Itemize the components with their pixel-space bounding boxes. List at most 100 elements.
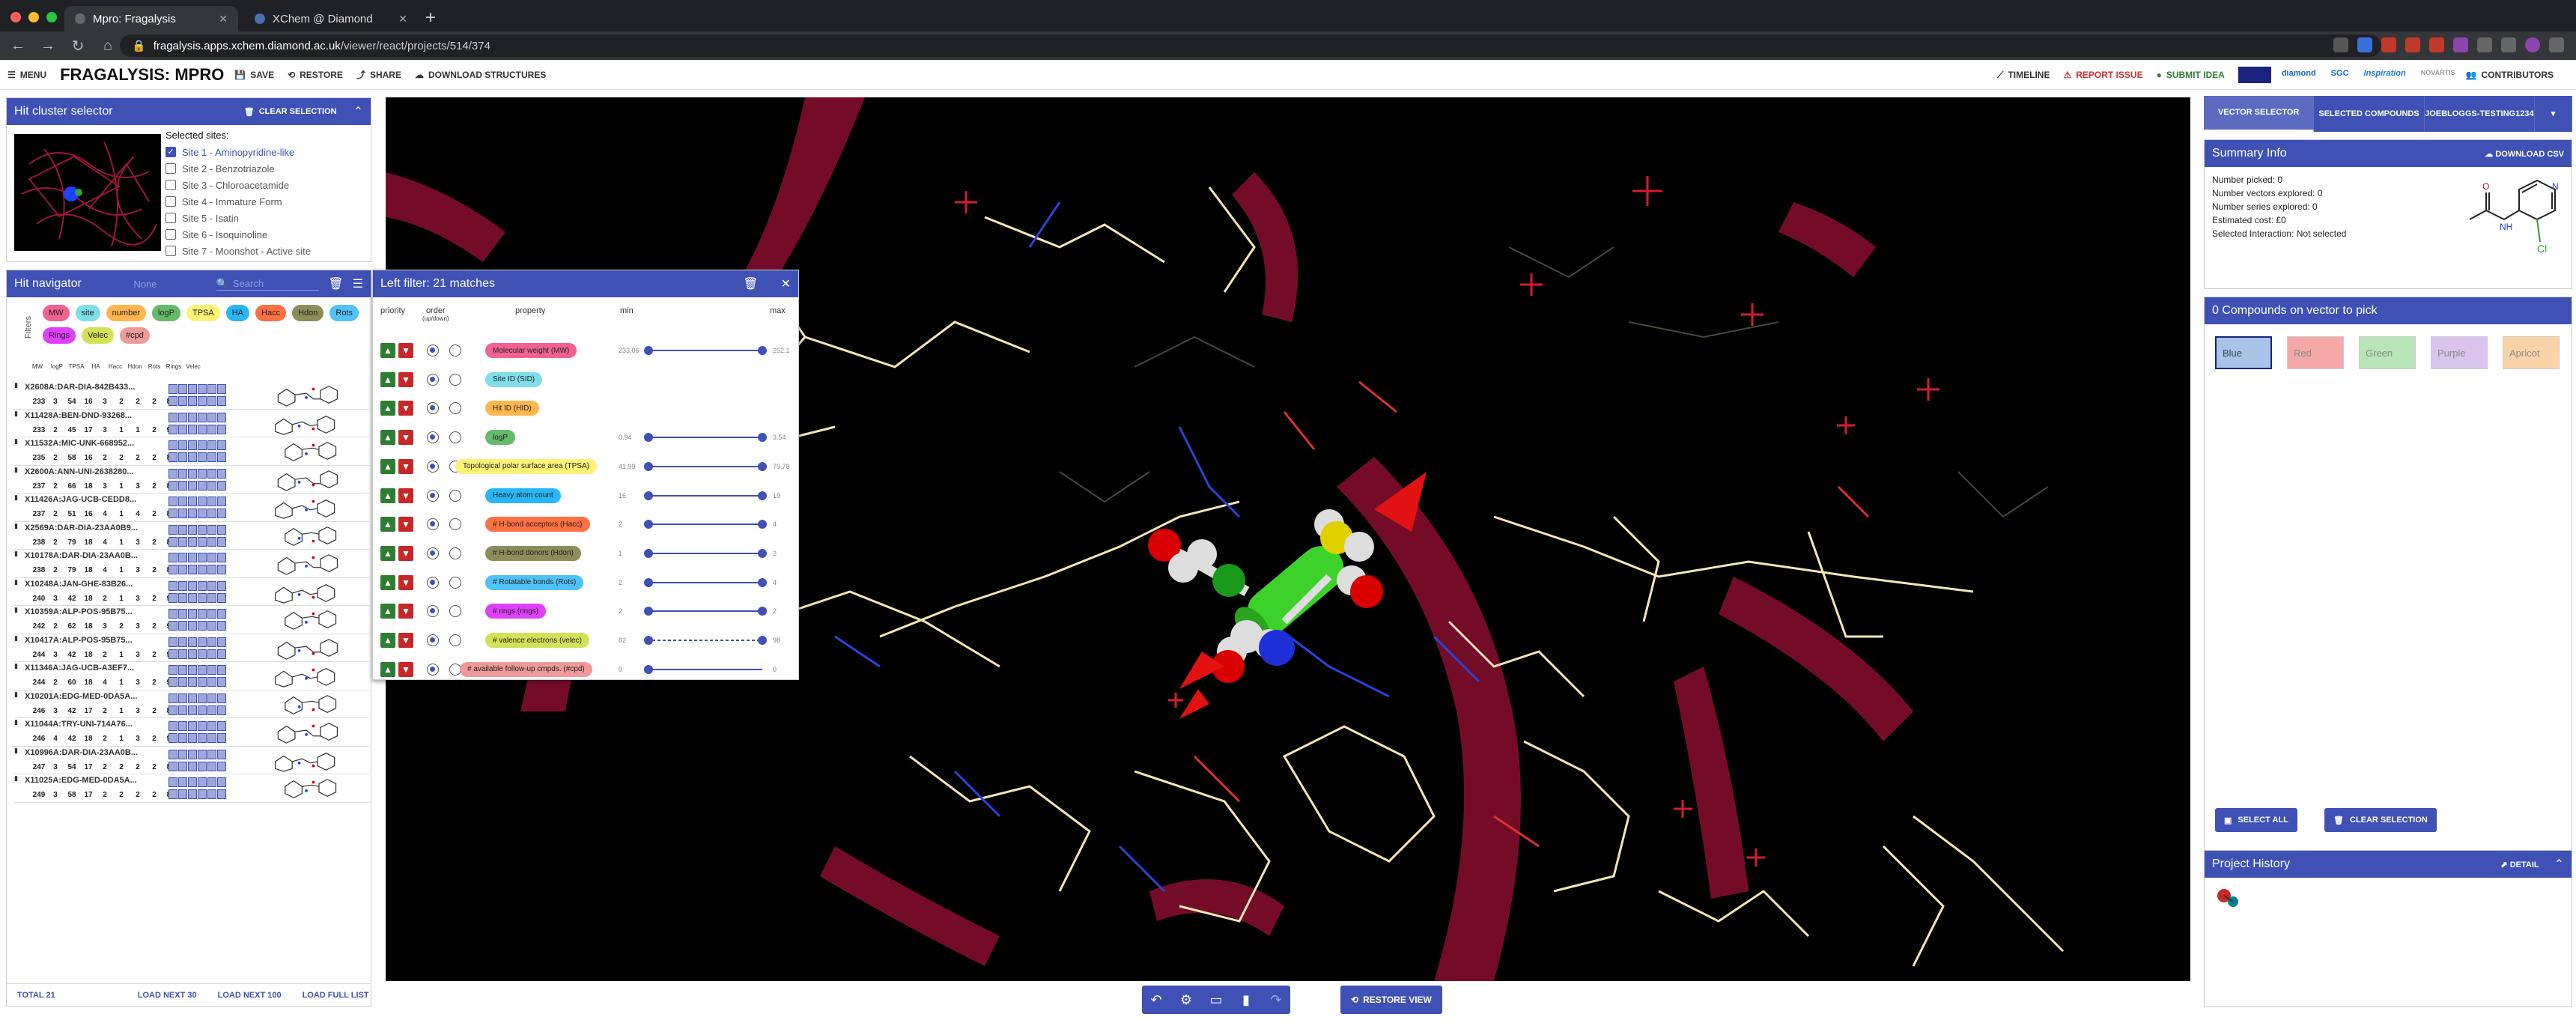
tab-vector-selector[interactable]: VECTOR SELECTOR — [2204, 96, 2315, 132]
timeline-button[interactable]: ⟋ TIMELINE — [1997, 70, 2050, 81]
toggle-tag[interactable] — [178, 789, 187, 799]
collapse-icon[interactable]: ⌃ — [2554, 857, 2564, 872]
slider-min-handle[interactable] — [644, 636, 653, 645]
priority-up-button[interactable]: ▲ — [380, 458, 395, 474]
filter-chip[interactable]: Rots — [329, 305, 359, 321]
toggle-tag[interactable] — [168, 761, 177, 771]
molecule-thumbnail[interactable] — [261, 664, 351, 688]
toggle-tag[interactable] — [198, 649, 207, 659]
range-slider[interactable] — [644, 607, 767, 616]
table-row[interactable]: ▮X10248A:JAN-GHE-83B26...24034218213292 — [14, 578, 369, 606]
order-up-radio[interactable] — [427, 373, 439, 386]
delete-icon[interactable]: 🗑 — [743, 276, 758, 291]
toggle-tag[interactable] — [198, 705, 207, 715]
toggle-tag[interactable] — [207, 637, 216, 647]
filter-chip[interactable]: Rings — [43, 327, 76, 344]
order-down-radio[interactable] — [449, 605, 461, 618]
load-next-100-button[interactable]: LOAD NEXT 100 — [218, 991, 282, 1000]
toggle-tag[interactable] — [207, 524, 216, 535]
color-button-red[interactable]: Red — [2287, 336, 2344, 369]
toggle-tag[interactable] — [217, 384, 226, 394]
molecule-thumbnail[interactable] — [261, 412, 351, 436]
molecule-thumbnail[interactable] — [261, 524, 351, 548]
slider-max-handle[interactable] — [758, 548, 767, 558]
toggle-tag[interactable] — [168, 452, 177, 462]
toggle-tag[interactable] — [198, 761, 207, 771]
row-checkbox[interactable]: ▮ — [14, 381, 23, 409]
minimize-window-button[interactable] — [28, 12, 39, 22]
toggle-tag[interactable] — [168, 649, 177, 659]
row-checkbox[interactable]: ▮ — [14, 437, 23, 465]
toggle-tag[interactable] — [207, 452, 216, 462]
toggle-tag[interactable] — [217, 721, 226, 731]
toggle-tag[interactable] — [178, 424, 187, 434]
molecule-thumbnail[interactable] — [261, 468, 351, 492]
toggle-tag[interactable] — [198, 677, 207, 687]
row-checkbox[interactable]: ▮ — [14, 634, 23, 662]
toggle-tag[interactable] — [168, 609, 177, 619]
toggle-tag[interactable] — [217, 468, 226, 479]
filter-chip[interactable]: number — [106, 305, 146, 321]
toggle-tag[interactable] — [217, 621, 226, 631]
toggle-tag[interactable] — [217, 452, 226, 462]
filter-chip[interactable]: MW — [43, 305, 70, 321]
toggle-tag[interactable] — [178, 497, 187, 506]
more-menu-icon[interactable] — [2549, 37, 2564, 52]
slider-min-handle[interactable] — [644, 491, 653, 500]
table-row[interactable]: ▮X2608A:DAR-DIA-842B433...23335416322282 — [14, 381, 369, 410]
extension-icon[interactable] — [2429, 37, 2444, 52]
toggle-tag[interactable] — [178, 649, 187, 659]
toggle-tag[interactable] — [168, 384, 177, 394]
slider-max-handle[interactable] — [758, 607, 767, 616]
select-all-button[interactable]: ▣ SELECT ALL — [2215, 808, 2297, 832]
toggle-tag[interactable] — [188, 384, 197, 394]
order-up-radio[interactable] — [427, 663, 439, 676]
restore-button[interactable]: ⟲ RESTORE — [288, 70, 343, 80]
molecule-thumbnail[interactable] — [261, 720, 351, 744]
toggle-tag[interactable] — [168, 705, 177, 715]
toggle-tag[interactable] — [217, 412, 226, 422]
toggle-tag[interactable] — [188, 553, 197, 562]
toggle-tag[interactable] — [188, 693, 197, 703]
order-down-radio[interactable] — [449, 402, 461, 415]
toggle-tag[interactable] — [207, 789, 216, 799]
toggle-tag[interactable] — [178, 468, 187, 479]
display-icon[interactable]: ▭ — [1202, 986, 1230, 1014]
toggle-tag[interactable] — [188, 733, 197, 743]
toggle-tag[interactable] — [188, 580, 197, 591]
color-button-apricot[interactable]: Apricot — [2503, 336, 2560, 369]
toggle-tag[interactable] — [188, 721, 197, 731]
toggle-tag[interactable] — [207, 777, 216, 787]
toggle-tag[interactable] — [207, 424, 216, 434]
toggle-tag[interactable] — [198, 721, 207, 731]
toggle-tag[interactable] — [188, 621, 197, 631]
tab-selected-compounds[interactable]: SELECTED COMPOUNDS — [2314, 96, 2425, 132]
filter-chip[interactable]: Hdon — [292, 305, 324, 321]
toggle-tag[interactable] — [168, 565, 177, 574]
molecule-thumbnail[interactable] — [261, 777, 351, 801]
extension-icon[interactable] — [2405, 37, 2420, 52]
toggle-tag[interactable] — [217, 749, 226, 759]
toggle-tag[interactable] — [188, 468, 197, 479]
filter-chip[interactable]: logP — [151, 305, 180, 321]
toggle-tag[interactable] — [188, 705, 197, 715]
download-csv-button[interactable]: ☁ DOWNLOAD CSV — [2485, 149, 2564, 159]
order-up-radio[interactable] — [427, 576, 439, 589]
toggle-tag[interactable] — [168, 424, 177, 434]
slider-min-handle[interactable] — [644, 577, 653, 587]
toggle-tag[interactable] — [188, 412, 197, 422]
row-checkbox[interactable]: ▮ — [14, 466, 23, 494]
toggle-tag[interactable] — [217, 761, 226, 771]
toggle-tag[interactable] — [178, 761, 187, 771]
toggle-tag[interactable] — [207, 733, 216, 743]
filter-chip[interactable]: #cpd — [120, 327, 150, 344]
order-down-radio[interactable] — [449, 431, 461, 444]
toggle-tag[interactable] — [188, 452, 197, 462]
toggle-tag[interactable] — [217, 693, 226, 703]
toggle-tag[interactable] — [217, 580, 226, 591]
toggle-tag[interactable] — [188, 777, 197, 787]
toggle-tag[interactable] — [207, 536, 216, 547]
toggle-tag[interactable] — [217, 440, 226, 450]
toggle-tag[interactable] — [188, 592, 197, 603]
toggle-tag[interactable] — [198, 509, 207, 518]
